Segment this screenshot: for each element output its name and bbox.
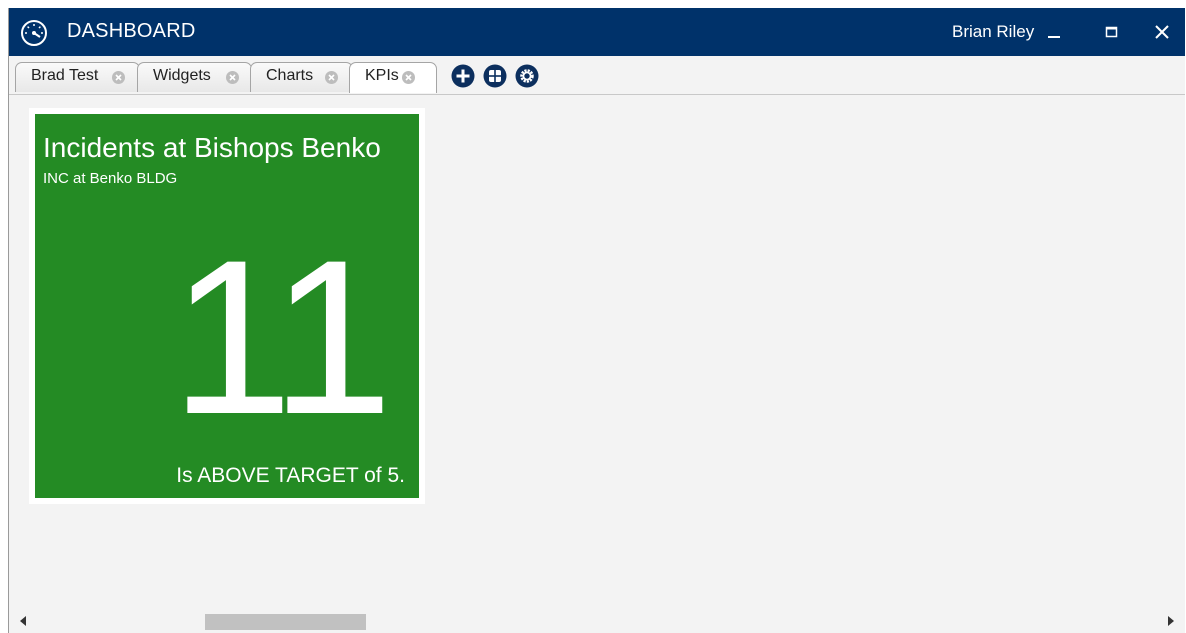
close-icon — [1155, 25, 1169, 39]
tab-label: KPIs — [365, 67, 399, 84]
scroll-right-icon[interactable] — [1165, 615, 1177, 627]
tab-kpis[interactable]: KPIs — [349, 62, 437, 93]
minimize-icon — [1048, 36, 1060, 38]
tab-charts[interactable]: Charts — [250, 62, 353, 92]
scroll-left-icon[interactable] — [17, 615, 29, 627]
app-title: DASHBOARD — [67, 20, 196, 42]
tab-label: Charts — [266, 67, 314, 84]
user-name[interactable]: Brian Riley — [952, 22, 1034, 42]
minimize-button[interactable] — [1042, 20, 1066, 44]
tab-brad-test[interactable]: Brad Test — [15, 62, 140, 92]
close-tab-icon[interactable] — [226, 71, 239, 84]
tab-label: Widgets — [153, 67, 211, 84]
maximize-icon — [1105, 26, 1118, 38]
kpi-tile: Incidents at Bishops Benko INC at Benko … — [35, 114, 419, 498]
horizontal-scrollbar[interactable] — [9, 609, 1185, 633]
kpi-subtitle: INC at Benko BLDG — [43, 170, 178, 187]
speedometer-icon — [21, 20, 47, 46]
tab-widgets[interactable]: Widgets — [137, 62, 252, 92]
close-button[interactable] — [1150, 20, 1174, 44]
close-tab-icon[interactable] — [402, 71, 415, 84]
tab-label: Brad Test — [31, 67, 99, 84]
kpi-widget[interactable]: Incidents at Bishops Benko INC at Benko … — [29, 108, 425, 504]
add-tab-icon[interactable] — [451, 64, 475, 88]
layout-icon[interactable] — [483, 64, 507, 88]
settings-icon[interactable] — [515, 64, 539, 88]
tab-bar: Brad Test Widgets Charts KPIs — [9, 56, 1185, 95]
dashboard-window: DASHBOARD Brian Riley Brad Test Widgets … — [8, 8, 1185, 633]
title-bar: DASHBOARD Brian Riley — [9, 8, 1185, 56]
kpi-title: Incidents at Bishops Benko — [43, 132, 381, 163]
maximize-button[interactable] — [1099, 20, 1123, 44]
scroll-thumb[interactable] — [205, 614, 366, 630]
close-tab-icon[interactable] — [112, 71, 125, 84]
kpi-status: Is ABOVE TARGET of 5. — [176, 464, 405, 487]
kpi-value: 11 — [170, 214, 393, 460]
close-tab-icon[interactable] — [325, 71, 338, 84]
